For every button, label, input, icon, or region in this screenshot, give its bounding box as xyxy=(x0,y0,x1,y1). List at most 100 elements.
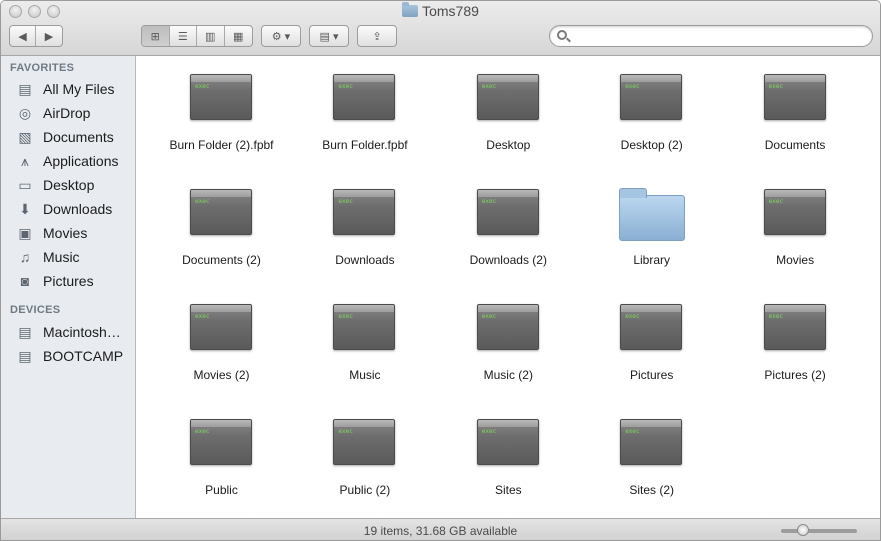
exec-badge: exec xyxy=(481,198,497,205)
forward-button[interactable]: ▶ xyxy=(36,26,62,46)
icon-size-slider[interactable] xyxy=(781,524,857,536)
list-view-button[interactable]: ☰ xyxy=(170,26,197,46)
search-field[interactable] xyxy=(549,25,873,47)
executable-icon: exec xyxy=(620,304,683,350)
sidebar-item-music[interactable]: ♫ Music xyxy=(15,246,133,268)
file-item-label: Desktop (2) xyxy=(620,138,683,152)
hard-drive-icon: ▤ xyxy=(18,347,32,364)
file-item[interactable]: exec Documents xyxy=(724,56,867,156)
executable-icon: exec xyxy=(476,419,539,465)
sidebar-item-airdrop[interactable]: ◎ AirDrop xyxy=(15,102,133,124)
file-item[interactable]: exec Sites xyxy=(437,401,580,501)
exec-badge: exec xyxy=(768,83,784,90)
file-item[interactable]: exec Sites (2) xyxy=(580,401,723,501)
file-item[interactable]: exec Burn Folder (2).fpbf xyxy=(150,56,293,156)
exec-badge: exec xyxy=(481,83,497,90)
chevron-left-icon: ◀ xyxy=(18,30,27,43)
exec-badge: exec xyxy=(768,313,784,320)
sidebar-item-label: Macintosh… xyxy=(43,324,121,340)
sidebar-item-all-my-files[interactable]: ▤ All My Files xyxy=(15,78,133,100)
column-view-icon: ▥ xyxy=(205,30,216,43)
folder-icon xyxy=(402,2,419,17)
file-item-label: Movies (2) xyxy=(193,368,250,382)
slider-knob[interactable] xyxy=(797,524,809,536)
file-item-label: Movies xyxy=(776,253,815,267)
action-button[interactable]: ⚙ ▾ xyxy=(262,26,300,46)
arrange-grid-icon: ▤ ▾ xyxy=(319,30,339,43)
executable-icon: exec xyxy=(763,189,826,235)
applications-icon: ⩚ xyxy=(21,152,29,169)
executable-icon: exec xyxy=(476,74,539,120)
file-item-label: Burn Folder.fpbf xyxy=(322,138,408,152)
arrange-button[interactable]: ▤ ▾ xyxy=(310,26,348,46)
executable-icon: exec xyxy=(620,74,683,120)
exec-badge: exec xyxy=(338,313,353,320)
hard-drive-icon: ▤ xyxy=(18,323,32,340)
executable-icon: exec xyxy=(333,74,396,120)
sidebar-item-bootcamp[interactable]: ▤ BOOTCAMP xyxy=(15,345,133,367)
icon-view-button[interactable]: ⊞ xyxy=(142,26,170,46)
coverflow-view-icon: ▦ xyxy=(233,30,244,43)
file-item[interactable]: exec Downloads xyxy=(293,171,436,271)
file-item[interactable]: exec Burn Folder.fpbf xyxy=(293,56,436,156)
file-item[interactable]: exec Pictures (2) xyxy=(724,286,867,386)
sidebar-item-movies[interactable]: ▣ Movies xyxy=(15,222,133,244)
share-icon: ⇪ xyxy=(372,30,382,43)
downloads-icon: ⬇ xyxy=(19,200,31,217)
file-item-label: Sites xyxy=(494,483,522,497)
file-item[interactable]: exec Pictures xyxy=(580,286,723,386)
status-text: 19 items, 31.68 GB available xyxy=(363,524,518,538)
file-item[interactable]: exec Desktop xyxy=(437,56,580,156)
action-menu: ⚙ ▾ xyxy=(261,25,301,47)
sidebar-item-label: Documents xyxy=(43,129,114,145)
executable-icon: exec xyxy=(763,74,826,120)
view-mode-control: ⊞ ☰ ▥ ▦ xyxy=(141,25,253,47)
file-item[interactable]: exec Desktop (2) xyxy=(580,56,723,156)
window-title-text: Toms789 xyxy=(422,3,479,19)
sidebar: FAVORITES ▤ All My Files ◎ AirDrop ▧ Docume… xyxy=(1,56,136,518)
sidebar-item-desktop[interactable]: ▭ Desktop xyxy=(15,174,133,196)
file-item[interactable]: exec Movies xyxy=(724,171,867,271)
nav-buttons: ◀ ▶ xyxy=(9,25,63,47)
movies-icon: ▣ xyxy=(18,224,32,241)
sidebar-item-label: AirDrop xyxy=(43,105,91,121)
exec-badge: exec xyxy=(195,198,210,205)
list-view-icon: ☰ xyxy=(177,30,188,43)
music-icon: ♫ xyxy=(19,249,31,265)
window-title: Toms789 xyxy=(1,2,880,19)
file-item[interactable]: exec Music (2) xyxy=(437,286,580,386)
file-item[interactable]: exec Music xyxy=(293,286,436,386)
file-item[interactable]: exec Public (2) xyxy=(293,401,436,501)
sidebar-item-applications[interactable]: ⩚ Applications xyxy=(15,150,133,172)
sidebar-item-documents[interactable]: ▧ Documents xyxy=(15,126,133,148)
file-item[interactable]: exec Downloads (2) xyxy=(437,171,580,271)
status-bar: 19 items, 31.68 GB available xyxy=(1,518,880,540)
share-button[interactable]: ⇪ xyxy=(358,26,396,46)
coverflow-view-button[interactable]: ▦ xyxy=(225,26,252,46)
chevron-right-icon: ▶ xyxy=(44,30,54,43)
file-item-label: Documents (2) xyxy=(182,253,261,267)
icon-view-icon: ⊞ xyxy=(150,30,160,43)
executable-icon: exec xyxy=(190,189,252,235)
file-item-label: Downloads (2) xyxy=(469,253,547,267)
sidebar-item-label: Music xyxy=(43,249,80,265)
exec-badge: exec xyxy=(195,83,210,90)
file-item[interactable]: Library xyxy=(580,171,723,271)
executable-icon: exec xyxy=(620,419,683,465)
exec-badge: exec xyxy=(481,428,497,435)
back-button[interactable]: ◀ xyxy=(10,26,36,46)
search-icon xyxy=(557,30,567,40)
sidebar-item-downloads[interactable]: ⬇ Downloads xyxy=(15,198,133,220)
file-item-label: Burn Folder (2).fpbf xyxy=(169,138,274,152)
file-item[interactable]: exec Public xyxy=(150,401,293,501)
file-item-label: Pictures xyxy=(630,368,674,382)
file-item[interactable]: exec Documents (2) xyxy=(150,171,293,271)
finder-window: Toms789 ◀ ▶ ⊞ ☰ ▥ ▦ ⚙ ▾ ▤ ▾ ⇪ FAVORITES … xyxy=(0,0,881,541)
column-view-button[interactable]: ▥ xyxy=(197,26,225,46)
file-item[interactable]: exec Movies (2) xyxy=(150,286,293,386)
sidebar-item-pictures[interactable]: ◙ Pictures xyxy=(15,270,133,292)
titlebar: Toms789 ◀ ▶ ⊞ ☰ ▥ ▦ ⚙ ▾ ▤ ▾ ⇪ xyxy=(1,1,880,56)
all-files-icon: ▤ xyxy=(18,80,32,97)
search-input[interactable] xyxy=(574,28,864,44)
sidebar-item-macintosh-hd[interactable]: ▤ Macintosh… xyxy=(15,321,133,343)
